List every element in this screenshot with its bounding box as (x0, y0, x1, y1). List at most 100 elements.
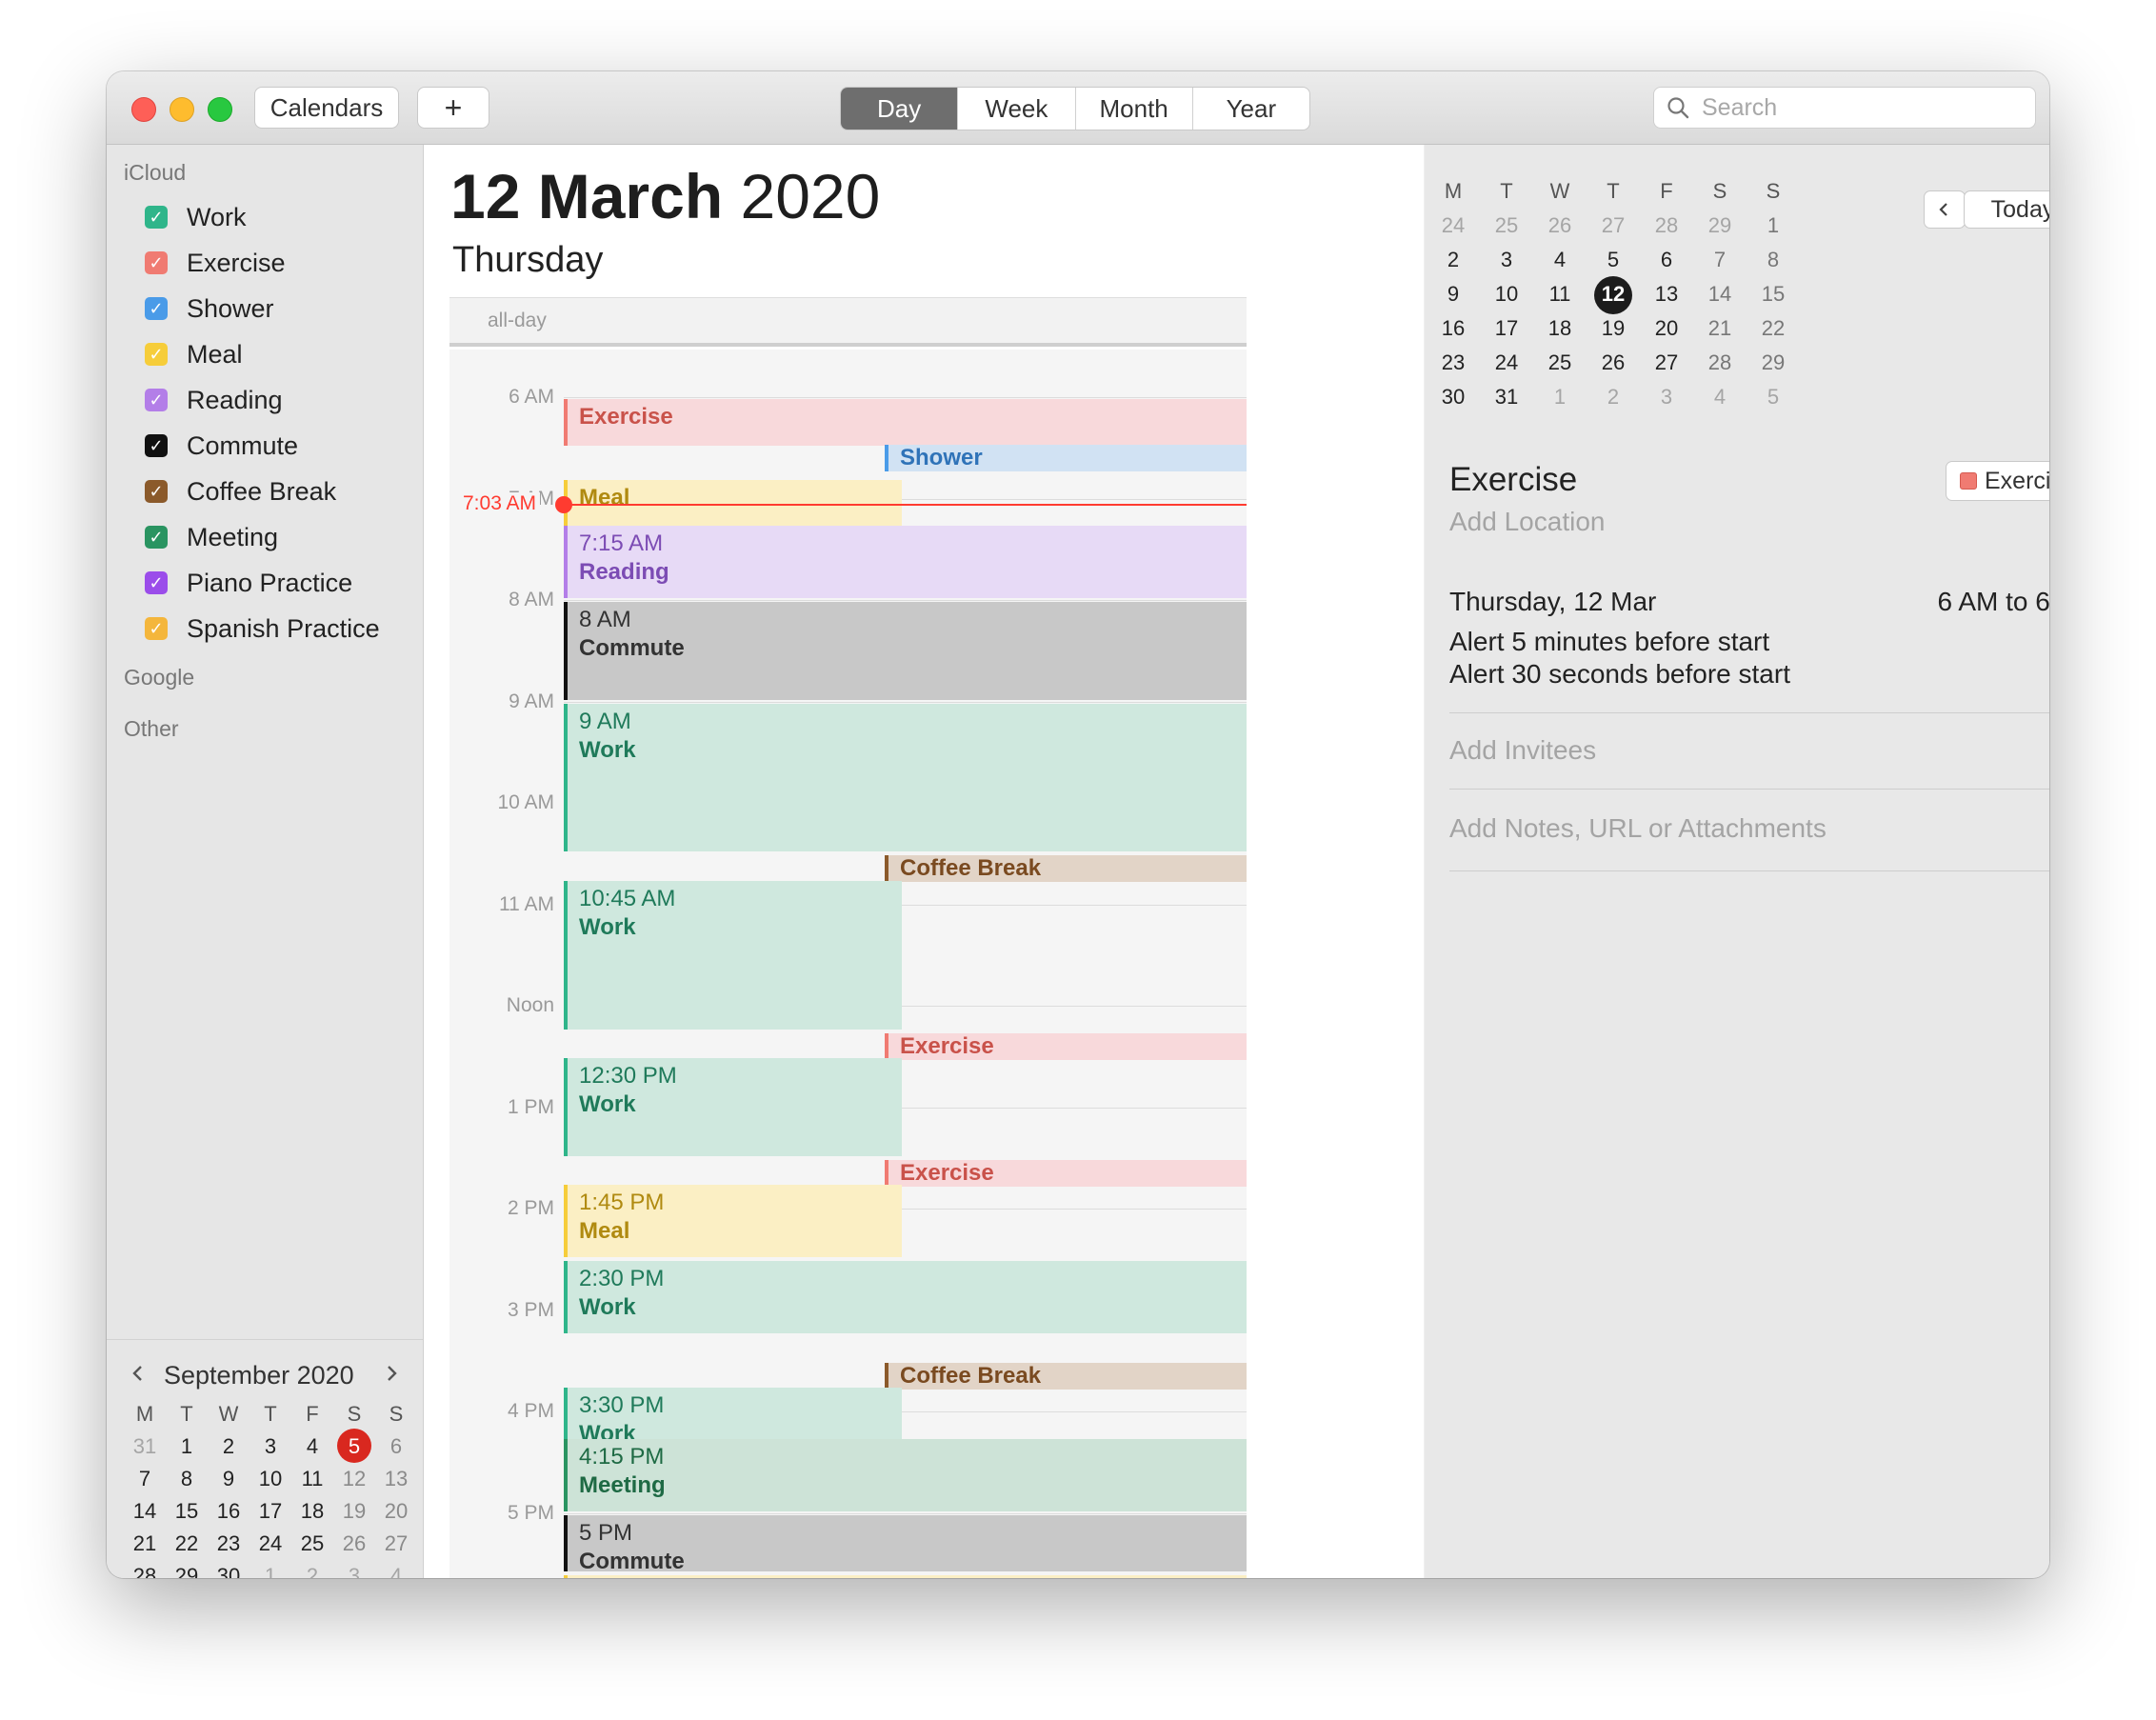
checkbox[interactable]: ✓ (145, 617, 168, 640)
add-location-field[interactable]: Add Location (1449, 507, 1605, 537)
sidebar-item-meal[interactable]: ✓ Meal (145, 335, 243, 373)
mini-day-cell[interactable]: 3 (1486, 248, 1527, 272)
sidebar-item-commute[interactable]: ✓ Commute (145, 427, 298, 465)
mini-day-cell[interactable]: 26 (1539, 213, 1581, 238)
mini-day-cell[interactable]: 18 (291, 1499, 333, 1524)
event-exercise[interactable]: Exercise (885, 1032, 1247, 1060)
checkbox[interactable]: ✓ (145, 434, 168, 457)
mini-day-cell[interactable]: 21 (1699, 316, 1741, 341)
mini-day-cell[interactable]: 19 (333, 1499, 375, 1524)
mini-day-cell[interactable]: 10 (250, 1467, 291, 1491)
mini-day-cell[interactable]: 9 (208, 1467, 250, 1491)
group-google[interactable]: Google (124, 665, 194, 690)
mini-day-cell[interactable]: 3 (333, 1564, 375, 1578)
prev-month-button[interactable] (124, 1359, 152, 1388)
tab-month[interactable]: Month (1074, 88, 1192, 130)
mini-day-cell[interactable]: 29 (1699, 213, 1741, 238)
mini-day-cell[interactable]: 26 (333, 1531, 375, 1556)
mini-day-cell[interactable]: 8 (1752, 248, 1794, 272)
minimize-window-button[interactable] (170, 97, 194, 122)
event-commute[interactable]: 5 PM Commute (564, 1514, 1247, 1572)
mini-day-cell[interactable]: 1 (1539, 385, 1581, 410)
mini-day-cell[interactable]: 2 (208, 1434, 250, 1459)
event-reading[interactable]: 7:15 AM Reading (564, 526, 1247, 598)
mini-day-cell[interactable]: 2 (1592, 385, 1634, 410)
mini-day-cell[interactable]: 13 (375, 1467, 417, 1491)
event-meal[interactable]: 6 PMMeal (564, 1575, 1247, 1578)
mini-day-cell[interactable]: 16 (208, 1499, 250, 1524)
sidebar-item-exercise[interactable]: ✓ Exercise (145, 244, 286, 282)
mini-day-cell[interactable]: 4 (1539, 248, 1581, 272)
event-coffee[interactable]: Coffee Break (885, 855, 1247, 883)
sidebar-item-coffee-break[interactable]: ✓ Coffee Break (145, 472, 336, 510)
mini-day-cell[interactable]: 11 (291, 1467, 333, 1491)
checkbox[interactable]: ✓ (145, 571, 168, 594)
mini-day-cell[interactable]: 28 (1646, 213, 1687, 238)
mini-day-cell[interactable]: 3 (250, 1434, 291, 1459)
event-commute[interactable]: 8 AM Commute (564, 602, 1247, 700)
mini-day-cell[interactable]: 1 (250, 1564, 291, 1578)
mini-day-cell[interactable]: 4 (1699, 385, 1741, 410)
mini-day-cell[interactable]: 6 (1646, 248, 1687, 272)
event-work[interactable]: 9 AM Work (564, 703, 1247, 852)
all-day-row[interactable]: all-day (449, 297, 1247, 344)
calendar-select[interactable]: Exercise (1946, 461, 2049, 501)
mini-day-cell[interactable]: 18 (1539, 316, 1581, 341)
sidebar-item-piano-practice[interactable]: ✓ Piano Practice (145, 564, 352, 602)
mini-day-cell[interactable]: 20 (375, 1499, 417, 1524)
mini-day-cell[interactable]: 14 (124, 1499, 166, 1524)
mini-day-cell[interactable]: 27 (375, 1531, 417, 1556)
mini-day-cell[interactable]: 5 (1752, 385, 1794, 410)
mini-day-cell[interactable]: 3 (1646, 385, 1687, 410)
event-coffee[interactable]: Coffee Break (885, 1362, 1247, 1390)
tab-year[interactable]: Year (1191, 88, 1309, 130)
mini-day-cell[interactable]: 8 (166, 1467, 208, 1491)
mini-day-cell[interactable]: 17 (1486, 316, 1527, 341)
search-input[interactable] (1700, 92, 2008, 123)
mini-day-cell[interactable]: 31 (1486, 385, 1527, 410)
mini-day-cell[interactable]: 24 (1486, 350, 1527, 375)
event-work[interactable]: 12:30 PM Work (564, 1058, 902, 1156)
search-box[interactable] (1653, 87, 2036, 129)
mini-day-cell[interactable]: 23 (1432, 350, 1474, 375)
mini-day-cell[interactable]: 9 (1432, 282, 1474, 307)
event-meeting[interactable]: 4:15 PM Meeting (564, 1438, 1247, 1511)
sidebar-item-meeting[interactable]: ✓ Meeting (145, 518, 278, 556)
add-invitees-field[interactable]: Add Invitees (1449, 735, 1596, 766)
mini-day-cell[interactable]: 21 (124, 1531, 166, 1556)
mini-day-cell[interactable]: 31 (124, 1434, 166, 1459)
mini-day-cell[interactable]: 7 (124, 1467, 166, 1491)
mini-day-cell[interactable]: 2 (291, 1564, 333, 1578)
event-exercise[interactable]: Exercise (564, 399, 1247, 447)
zoom-window-button[interactable] (208, 97, 232, 122)
mini-day-cell[interactable]: 30 (1432, 385, 1474, 410)
mini-day-cell[interactable]: 15 (166, 1499, 208, 1524)
mini-day-cell[interactable]: 12 (333, 1467, 375, 1491)
add-notes-field[interactable]: Add Notes, URL or Attachments (1449, 813, 1827, 844)
sidebar-item-reading[interactable]: ✓ Reading (145, 381, 283, 419)
event-work[interactable]: 2:30 PM Work (564, 1261, 1247, 1334)
sidebar-item-work[interactable]: ✓ Work (145, 198, 247, 236)
mini-day-cell[interactable]: 17 (250, 1499, 291, 1524)
next-month-button[interactable] (377, 1359, 406, 1388)
sidebar-item-spanish-practice[interactable]: ✓ Spanish Practice (145, 610, 380, 648)
mini-day-cell[interactable]: 25 (1486, 213, 1527, 238)
mini-day-cell[interactable]: 25 (291, 1531, 333, 1556)
group-icloud[interactable]: iCloud (124, 160, 186, 186)
today-button[interactable]: Today (1964, 190, 2049, 229)
mini-day-cell[interactable]: 2 (1432, 248, 1474, 272)
mini-day-cell[interactable]: 26 (1592, 350, 1634, 375)
mini-day-cell[interactable]: 28 (1699, 350, 1741, 375)
mini-day-cell[interactable]: 7 (1699, 248, 1741, 272)
mini-day-cell[interactable]: 15 (1752, 282, 1794, 307)
event-alert-2[interactable]: Alert 30 seconds before start (1449, 659, 1790, 690)
event-alert-1[interactable]: Alert 5 minutes before start (1449, 627, 1769, 657)
mini-day-cell[interactable]: 29 (1752, 350, 1794, 375)
event-date[interactable]: Thursday, 12 Mar (1449, 587, 1656, 617)
mini-day-cell[interactable]: 6 (375, 1434, 417, 1459)
mini-day-cell[interactable]: 30 (208, 1564, 250, 1578)
checkbox[interactable]: ✓ (145, 343, 168, 366)
mini-day-cell[interactable]: 19 (1592, 316, 1634, 341)
mini-day-cell[interactable]: 4 (291, 1434, 333, 1459)
tab-week[interactable]: Week (957, 88, 1074, 130)
